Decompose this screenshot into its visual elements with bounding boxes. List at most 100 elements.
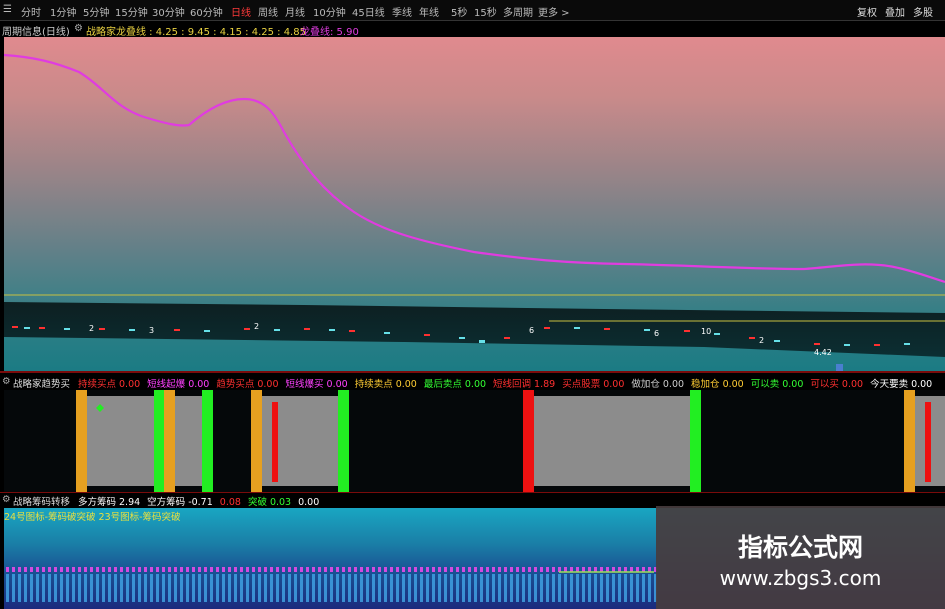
- period-tab-weekly[interactable]: 周线: [258, 4, 278, 19]
- chip-bar: [588, 574, 591, 602]
- chip-top-tick: [306, 567, 309, 572]
- svg-text:2: 2: [254, 322, 259, 331]
- chip-indicator-title: 战略筹码转移: [13, 497, 71, 508]
- chip-top-tick: [66, 567, 69, 572]
- chip-item-value: 0.03: [269, 497, 292, 508]
- chip-bar: [438, 574, 441, 602]
- toolbar-menu-icon[interactable]: ☰: [3, 4, 12, 15]
- chip-top-tick: [60, 567, 63, 572]
- multi-stock-button[interactable]: 多股: [913, 4, 933, 19]
- chip-bar: [288, 574, 291, 602]
- signal-bars-svg: [76, 390, 945, 492]
- chip-top-tick: [468, 567, 471, 572]
- chip-bar: [96, 574, 99, 602]
- dragon-line-value: 龙叠线: 5.90: [300, 27, 359, 38]
- period-tab-10min[interactable]: 10分钟: [313, 4, 346, 19]
- chip-bar: [6, 574, 9, 602]
- green-bar: [338, 390, 349, 492]
- chip-bar: [594, 574, 597, 602]
- chip-top-tick: [210, 567, 213, 572]
- period-tab-more[interactable]: 更多 >: [538, 4, 570, 19]
- period-tab-fenshi[interactable]: 分时: [21, 4, 41, 19]
- signal-settings-icon[interactable]: ⚙: [2, 376, 11, 387]
- signal-bar-panel[interactable]: [4, 390, 945, 492]
- chip-top-tick: [198, 567, 201, 572]
- restore-rights-button[interactable]: 复权: [857, 4, 877, 19]
- chip-bar: [54, 574, 57, 602]
- period-tab-45day[interactable]: 45日线: [352, 4, 385, 19]
- chip-bar: [324, 574, 327, 602]
- chip-top-tick: [186, 567, 189, 572]
- signal-item: 买点股票 0.00: [562, 379, 624, 390]
- chip-top-tick: [276, 567, 279, 572]
- signal-item-value: 0.00: [662, 379, 685, 390]
- chip-bar: [264, 574, 267, 602]
- period-tab-daily[interactable]: 日线: [231, 4, 251, 19]
- chip-bar: [456, 574, 459, 602]
- chip-bar: [168, 574, 171, 602]
- chip-top-tick: [420, 567, 423, 572]
- period-tab-15sec[interactable]: 15秒: [474, 4, 497, 19]
- chip-bar: [348, 574, 351, 602]
- period-tab-1min[interactable]: 1分钟: [50, 4, 76, 19]
- red-bar: [272, 402, 278, 482]
- chip-bar: [624, 574, 627, 602]
- chip-bar: [510, 574, 513, 602]
- chip-top-tick: [528, 567, 531, 572]
- signal-item-label: 可以卖: [750, 379, 780, 390]
- period-tab-year[interactable]: 年线: [419, 4, 439, 19]
- chip-top-tick: [384, 567, 387, 572]
- chip-top-tick: [378, 567, 381, 572]
- chip-top-tick: [192, 567, 195, 572]
- signal-item: 做加仓 0.00: [631, 379, 684, 390]
- period-tab-season[interactable]: 季线: [392, 4, 412, 19]
- period-toolbar: ☰ 分时 1分钟 5分钟 15分钟 30分钟 60分钟 日线 周线 月线 10分…: [0, 0, 945, 21]
- chip-top-tick: [456, 567, 459, 572]
- chip-item-label: 空方筹码: [147, 497, 186, 508]
- period-tab-15min[interactable]: 15分钟: [115, 4, 148, 19]
- signal-item: 短线起爆 0.00: [147, 379, 209, 390]
- cursor-marker: [836, 364, 843, 371]
- chip-bar: [552, 574, 555, 602]
- chip-top-tick: [414, 567, 417, 572]
- chip-bar: [486, 574, 489, 602]
- period-tab-5sec[interactable]: 5秒: [451, 4, 467, 19]
- period-tab-30min[interactable]: 30分钟: [152, 4, 185, 19]
- chip-bar: [516, 574, 519, 602]
- orange-bar: [76, 390, 87, 492]
- chip-bar: [402, 574, 405, 602]
- chip-bar: [384, 574, 387, 602]
- period-tab-60min[interactable]: 60分钟: [190, 4, 223, 19]
- chip-top-tick: [504, 567, 507, 572]
- watermark-url: www.zbgs3.com: [719, 566, 882, 590]
- chip-top-tick: [138, 567, 141, 572]
- chip-bar: [66, 574, 69, 602]
- signal-item-value: 0.00: [722, 379, 744, 390]
- period-tab-monthly[interactable]: 月线: [285, 4, 305, 19]
- main-chart-panel[interactable]: 2 3 2 6 6 10 2 4.42: [4, 37, 945, 371]
- signal-item-value: 0.00: [841, 379, 864, 390]
- period-tab-multi[interactable]: 多周期: [503, 4, 533, 19]
- chip-bar: [84, 574, 87, 602]
- chip-top-tick: [288, 567, 291, 572]
- indicator-settings-icon[interactable]: ⚙: [74, 23, 83, 34]
- svg-text:2: 2: [89, 324, 94, 333]
- svg-text:6: 6: [529, 326, 534, 335]
- chip-top-tick: [72, 567, 75, 572]
- chip-top-tick: [162, 567, 165, 572]
- chip-top-tick: [12, 567, 15, 572]
- chip-settings-icon[interactable]: ⚙: [2, 494, 11, 505]
- chip-item: 突破 0.03: [248, 497, 291, 508]
- chip-top-tick: [546, 567, 549, 572]
- chip-bar: [372, 574, 375, 602]
- period-info-label: 周期信息(日线): [2, 27, 70, 38]
- indicator-info-line: 周期信息(日线) ⚙ 战略家龙叠线 : 4.25 : 9.45 : 4.15 :…: [0, 21, 945, 38]
- period-tab-5min[interactable]: 5分钟: [83, 4, 109, 19]
- signal-item: 可以买 0.00: [810, 379, 863, 390]
- overlay-button[interactable]: 叠加: [885, 4, 905, 19]
- chip-top-tick: [18, 567, 21, 572]
- main-chart-svg: 2 3 2 6 6 10 2 4.42: [4, 53, 945, 371]
- signal-item: 持续卖点 0.00: [355, 379, 417, 390]
- chip-bar: [564, 574, 567, 602]
- chip-top-tick: [48, 567, 51, 572]
